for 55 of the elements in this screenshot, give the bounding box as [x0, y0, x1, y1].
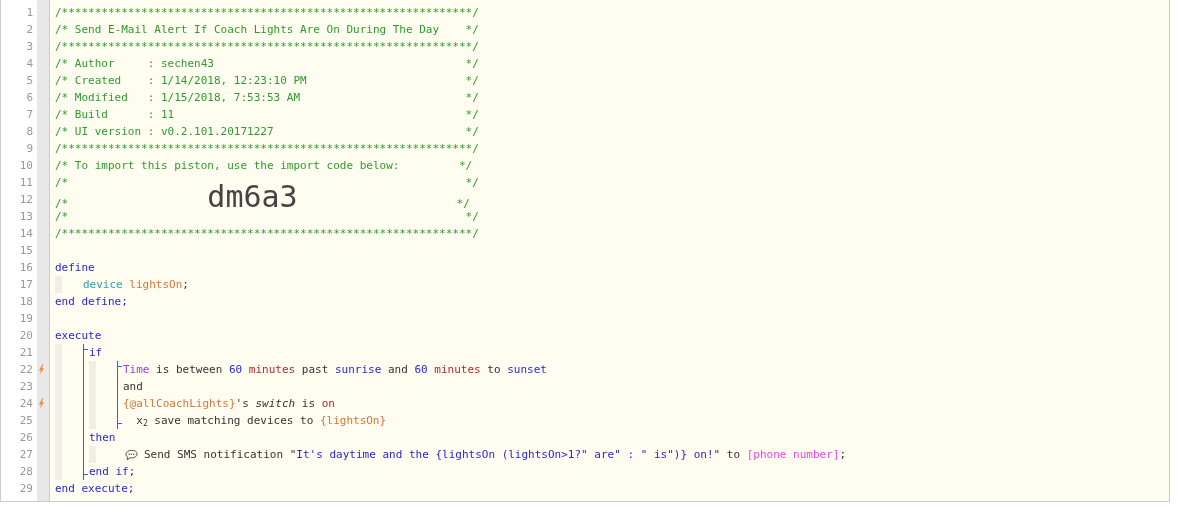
- line-number: 16: [18, 261, 33, 274]
- code-line: /* Send E-Mail Alert If Coach Lights Are On During The Day */: [55, 22, 479, 38]
- line-number: 10: [18, 159, 33, 172]
- code-line: end if;: [89, 464, 136, 480]
- code-line: device lightsOn;: [83, 277, 189, 293]
- code-line: then: [89, 430, 116, 446]
- line-number: 24: [18, 397, 33, 410]
- line-number: 4: [25, 57, 33, 70]
- code-line: /**************************************************************/: [55, 39, 479, 55]
- code-line: /* UI version : v0.2.101.20171227 */: [55, 124, 479, 140]
- code-line: /* Modified : 1/15/2018, 7:53:53 AM */: [55, 90, 479, 106]
- code-line: /**************************************************************/: [55, 141, 479, 157]
- code-line: /* Author : sechen43 */: [55, 56, 479, 72]
- code-line: /* */: [55, 209, 479, 225]
- line-number: 6: [25, 91, 33, 104]
- code-line: /**************************************************************/: [55, 226, 479, 242]
- code-line: /* Created : 1/14/2018, 12:23:10 PM */: [55, 73, 479, 89]
- code-line: define: [55, 260, 95, 276]
- line-number: 21: [18, 346, 33, 359]
- line-number: 1: [25, 6, 33, 19]
- code-line: /* Build : 11 */: [55, 107, 479, 123]
- code-line: x$_{2}$ save matching devices to {lightsOn}: [135, 413, 387, 429]
- line-number: 26: [18, 431, 33, 444]
- code-line: {@allCoachLights}'s switch is on: [123, 396, 335, 412]
- line-number: 19: [18, 312, 33, 325]
- code-line: /**************************************************************/: [55, 5, 479, 21]
- line-number: 28: [18, 465, 33, 478]
- speech-bubble-icon: [125, 448, 138, 461]
- line-number: 17: [18, 278, 33, 291]
- line-number: 23: [18, 380, 33, 393]
- code-line: execute: [55, 328, 102, 344]
- line-number: 15: [18, 244, 33, 257]
- line-number: 14: [18, 227, 33, 240]
- code-line: end define;: [55, 294, 128, 310]
- line-number: 27: [18, 448, 33, 461]
- line-number: 3: [25, 40, 33, 53]
- line-number: 18: [18, 295, 33, 308]
- code-line: /* To import this piston, use the import code below: */: [55, 158, 473, 174]
- line-number: 12: [18, 193, 33, 206]
- line-number: 13: [18, 210, 33, 223]
- line-number: 29: [18, 482, 33, 495]
- line-number: 25: [18, 414, 33, 427]
- line-number: 7: [25, 108, 33, 121]
- code-line: Send SMS notification "It's daytime and the {lightsOn (lightsOn>1?" are" : " is")} on!" to [phone number];: [144, 447, 847, 463]
- code-line: end execute;: [55, 481, 135, 497]
- line-number: 9: [25, 142, 33, 155]
- code-line: Time is between 60 minutes past sunrise and 60 minutes to sunset: [123, 362, 547, 378]
- line-number: 2: [25, 23, 33, 36]
- line-number: 20: [18, 329, 33, 342]
- line-number: 5: [25, 74, 33, 87]
- line-number: 8: [25, 125, 33, 138]
- line-number: 11: [18, 176, 33, 189]
- code-line: and: [123, 379, 143, 395]
- line-number: 22: [18, 363, 33, 376]
- code-line: if: [89, 345, 103, 361]
